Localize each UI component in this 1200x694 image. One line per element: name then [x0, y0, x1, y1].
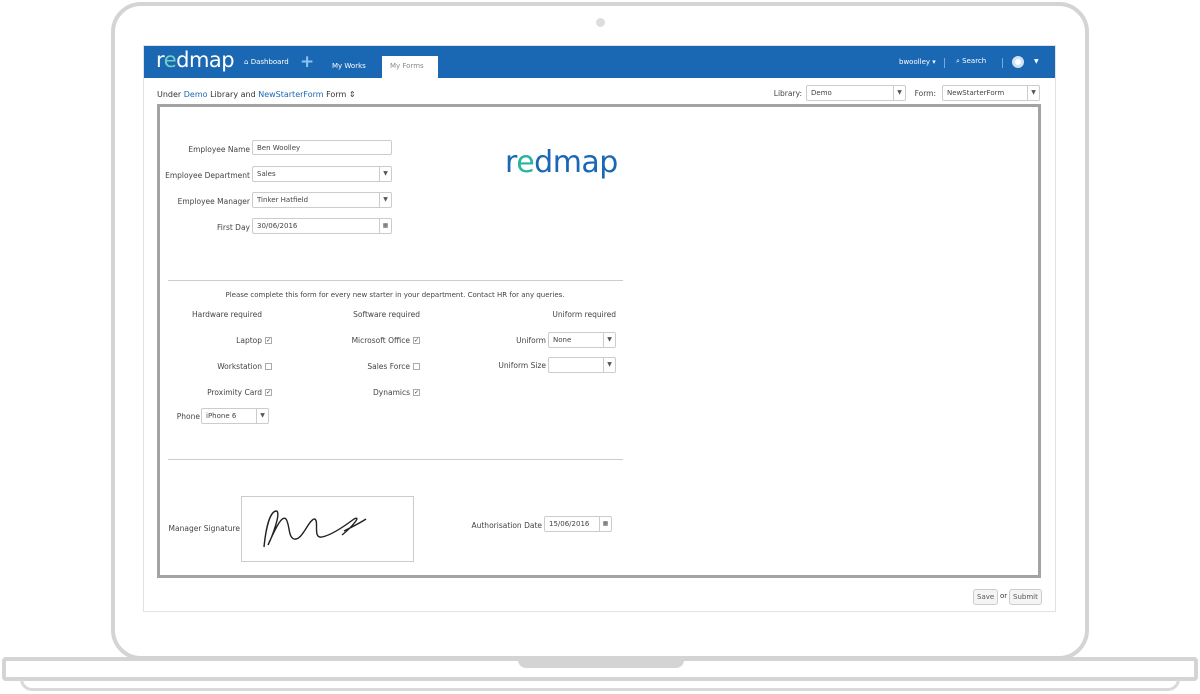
or-text: or [1000, 592, 1008, 600]
first-day-input[interactable]: 30/06/2016 ▦ [252, 218, 392, 234]
department-label: Employee Department [165, 171, 250, 180]
employee-name-input[interactable]: Ben Woolley [252, 140, 392, 155]
hardware-title: Hardware required [191, 310, 262, 319]
search-label: Search [962, 57, 987, 65]
library-value: Demo [811, 89, 832, 97]
form-logo: redmap [505, 145, 618, 180]
hardware-label: Laptop [236, 336, 262, 345]
top-nav: redmap ⌂ Dashboard + My Works My Forms b… [144, 46, 1055, 78]
breadcrumb-text: Form [323, 90, 347, 99]
first-day-value: 30/06/2016 [257, 222, 298, 230]
user-menu[interactable]: bwoolley ▾ [899, 58, 936, 66]
form-select[interactable]: NewStarterForm ▼ [942, 85, 1040, 101]
chevron-down-icon: ▼ [603, 358, 615, 372]
form-link[interactable]: NewStarterForm [258, 90, 323, 99]
auth-date-input[interactable]: 15/06/2016 ▦ [544, 516, 612, 532]
signature-label: Manager Signature [168, 524, 240, 533]
signature-pad[interactable] [241, 496, 414, 562]
employee-name-label: Employee Name [188, 145, 250, 154]
uniform-label: Uniform [516, 336, 546, 345]
redmap-logo: redmap [156, 48, 235, 72]
software-label: Sales Force [367, 362, 410, 371]
chevron-down-icon: ▼ [893, 86, 905, 100]
auth-date-label: Authorisation Date [471, 521, 542, 530]
calendar-icon[interactable]: ▦ [599, 517, 611, 531]
nav-my-works[interactable]: My Works [332, 62, 366, 70]
software-title: Software required [353, 310, 420, 319]
laptop-notch [518, 657, 684, 668]
plus-icon[interactable]: + [300, 52, 314, 72]
chevron-down-icon: ▼ [379, 167, 391, 181]
save-button[interactable]: Save [973, 589, 999, 605]
home-icon: ⌂ [244, 58, 249, 66]
divider [944, 58, 945, 68]
uniform-select[interactable]: None ▼ [548, 332, 616, 348]
software-checkbox[interactable]: ✓ [413, 337, 420, 344]
hardware-checkbox[interactable]: ✓ [265, 389, 272, 396]
software-checkbox[interactable]: ✓ [413, 389, 420, 396]
hardware-label: Proximity Card [207, 388, 262, 397]
phone-label: Phone [176, 412, 200, 421]
divider [1002, 58, 1003, 68]
submit-button[interactable]: Submit [1009, 589, 1042, 605]
department-select[interactable]: Sales ▼ [252, 166, 392, 182]
dashboard-label: Dashboard [250, 58, 289, 66]
uniform-size-select[interactable]: ▼ [548, 357, 616, 373]
camera [596, 18, 605, 27]
nav-dashboard[interactable]: ⌂ Dashboard [244, 58, 289, 66]
divider [168, 280, 623, 281]
phone-select[interactable]: iPhone 6 ▼ [201, 408, 269, 424]
sort-icon[interactable]: ⇕ [349, 90, 356, 99]
search-button[interactable]: ⌕ Search [956, 57, 986, 66]
calendar-icon[interactable]: ▦ [379, 219, 391, 233]
auth-date-value: 15/06/2016 [549, 520, 590, 528]
gear-icon[interactable] [1012, 56, 1024, 68]
breadcrumb-text: Under [157, 90, 184, 99]
breadcrumb: Under Demo Library and NewStarterForm Fo… [157, 90, 356, 99]
manager-select[interactable]: Tinker Hatfield ▼ [252, 192, 392, 208]
divider [168, 459, 623, 460]
hardware-label: Workstation [217, 362, 262, 371]
department-value: Sales [257, 170, 276, 178]
laptop-base-bottom [20, 679, 1180, 691]
hardware-checkbox[interactable] [265, 363, 272, 370]
phone-value: iPhone 6 [206, 412, 237, 420]
software-checkbox[interactable] [413, 363, 420, 370]
hardware-checkbox[interactable]: ✓ [265, 337, 272, 344]
uniform-title: Uniform required [552, 310, 616, 319]
chevron-down-icon: ▼ [256, 409, 268, 423]
software-label: Microsoft Office [351, 336, 410, 345]
library-link[interactable]: Demo [184, 90, 208, 99]
form-canvas: Employee Name Ben Woolley Employee Depar… [157, 104, 1041, 578]
chevron-down-icon: ▼ [379, 193, 391, 207]
first-day-label: First Day [217, 223, 250, 232]
uniform-size-label: Uniform Size [498, 361, 546, 370]
screen: redmap ⌂ Dashboard + My Works My Forms b… [143, 45, 1056, 612]
breadcrumb-text: Library and [207, 90, 259, 99]
manager-label: Employee Manager [177, 197, 250, 206]
manager-value: Tinker Hatfield [257, 196, 309, 204]
search-icon: ⌕ [956, 57, 960, 65]
form-value: NewStarterForm [947, 89, 1005, 97]
tab-my-forms[interactable]: My Forms [382, 56, 438, 78]
library-select[interactable]: Demo ▼ [806, 85, 906, 101]
chevron-down-icon: ▼ [1027, 86, 1039, 100]
chevron-down-icon[interactable]: ▼ [1034, 58, 1039, 65]
uniform-value: None [553, 336, 572, 344]
instructions-text: Please complete this form for every new … [225, 291, 565, 299]
form-label: Form: [914, 89, 936, 98]
signature-drawing [263, 510, 367, 548]
library-label: Library: [773, 89, 802, 98]
software-label: Dynamics [373, 388, 410, 397]
chevron-down-icon: ▼ [603, 333, 615, 347]
